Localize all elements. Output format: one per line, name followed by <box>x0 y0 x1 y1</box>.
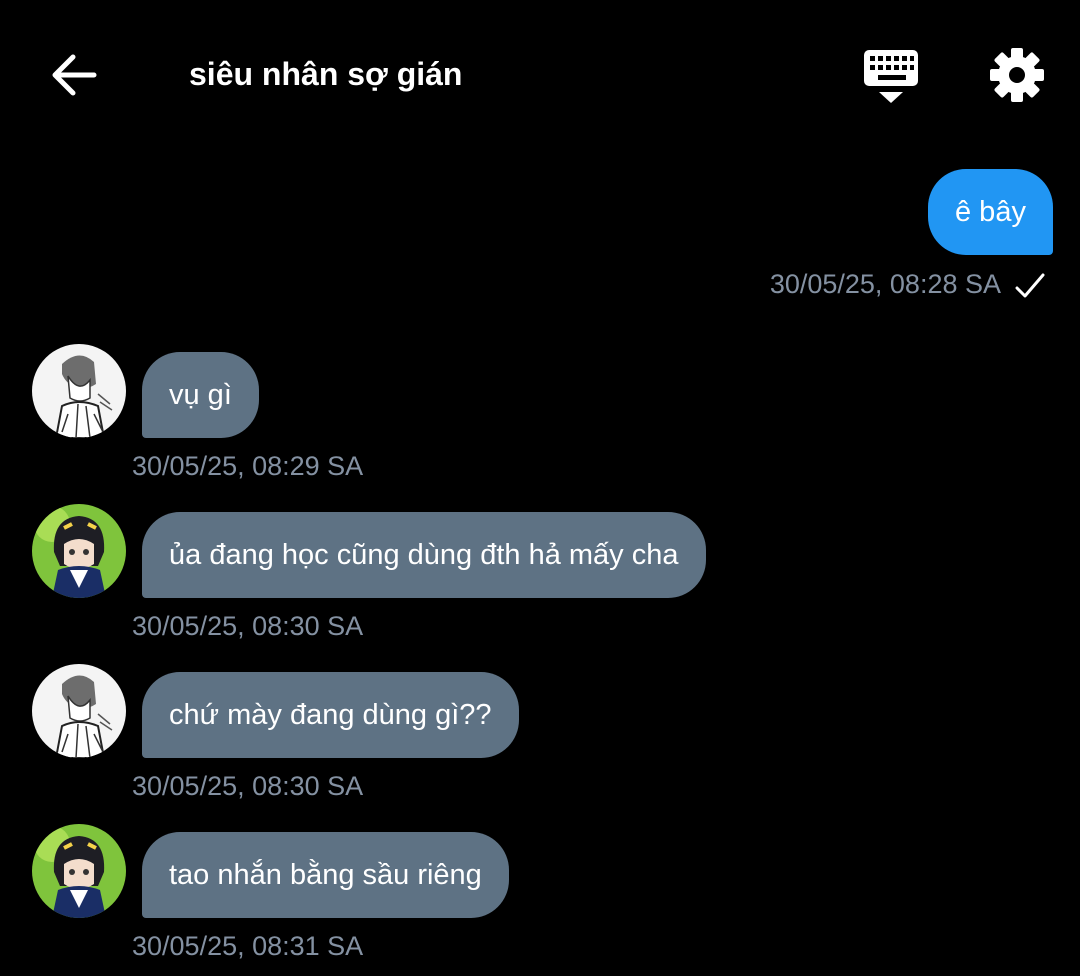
avatar[interactable] <box>32 664 126 758</box>
message-timestamp: 30/05/25, 08:28 SA <box>769 269 1001 299</box>
avatar[interactable] <box>32 504 126 598</box>
arrow-left-icon <box>52 54 97 96</box>
keyboard-hide-icon <box>864 50 918 103</box>
chat-header: siêu nhân sợ gián <box>0 0 1080 150</box>
chat-screen: siêu nhân sợ gián ê bây 30/05/25, 08:28 … <box>0 0 1080 976</box>
back-button[interactable] <box>44 46 104 104</box>
chat-title: siêu nhân sợ gián <box>189 56 463 92</box>
anime-avatar-image <box>32 504 126 598</box>
avatar[interactable] <box>32 344 126 438</box>
message-text: ủa đang học cũng dùng đth hả mấy cha <box>169 539 679 571</box>
gear-icon <box>990 48 1044 102</box>
message-timestamp: 30/05/25, 08:30 SA <box>132 771 364 801</box>
message-bubble-outgoing[interactable]: ê bây <box>928 169 1053 255</box>
message-text: ê bây <box>955 196 1026 228</box>
sketch-avatar-image <box>32 344 126 438</box>
avatar[interactable] <box>32 824 126 918</box>
message-text: tao nhắn bằng sầu riêng <box>169 859 482 891</box>
message-bubble-incoming[interactable]: chứ mày đang dùng gì?? <box>142 672 519 758</box>
anime-avatar-image <box>32 824 126 918</box>
message-bubble-incoming[interactable]: tao nhắn bằng sầu riêng <box>142 832 509 918</box>
message-bubble-incoming[interactable]: ủa đang học cũng dùng đth hả mấy cha <box>142 512 706 598</box>
message-timestamp: 30/05/25, 08:30 SA <box>132 611 364 641</box>
settings-button[interactable] <box>986 44 1048 106</box>
message-text: chứ mày đang dùng gì?? <box>169 699 492 731</box>
sketch-avatar-image <box>32 664 126 758</box>
check-icon <box>1015 273 1045 298</box>
message-timestamp: 30/05/25, 08:31 SA <box>132 931 364 961</box>
keyboard-toggle-button[interactable] <box>860 46 922 106</box>
message-timestamp: 30/05/25, 08:29 SA <box>132 451 364 481</box>
message-bubble-incoming[interactable]: vụ gì <box>142 352 259 438</box>
message-text: vụ gì <box>169 379 232 411</box>
